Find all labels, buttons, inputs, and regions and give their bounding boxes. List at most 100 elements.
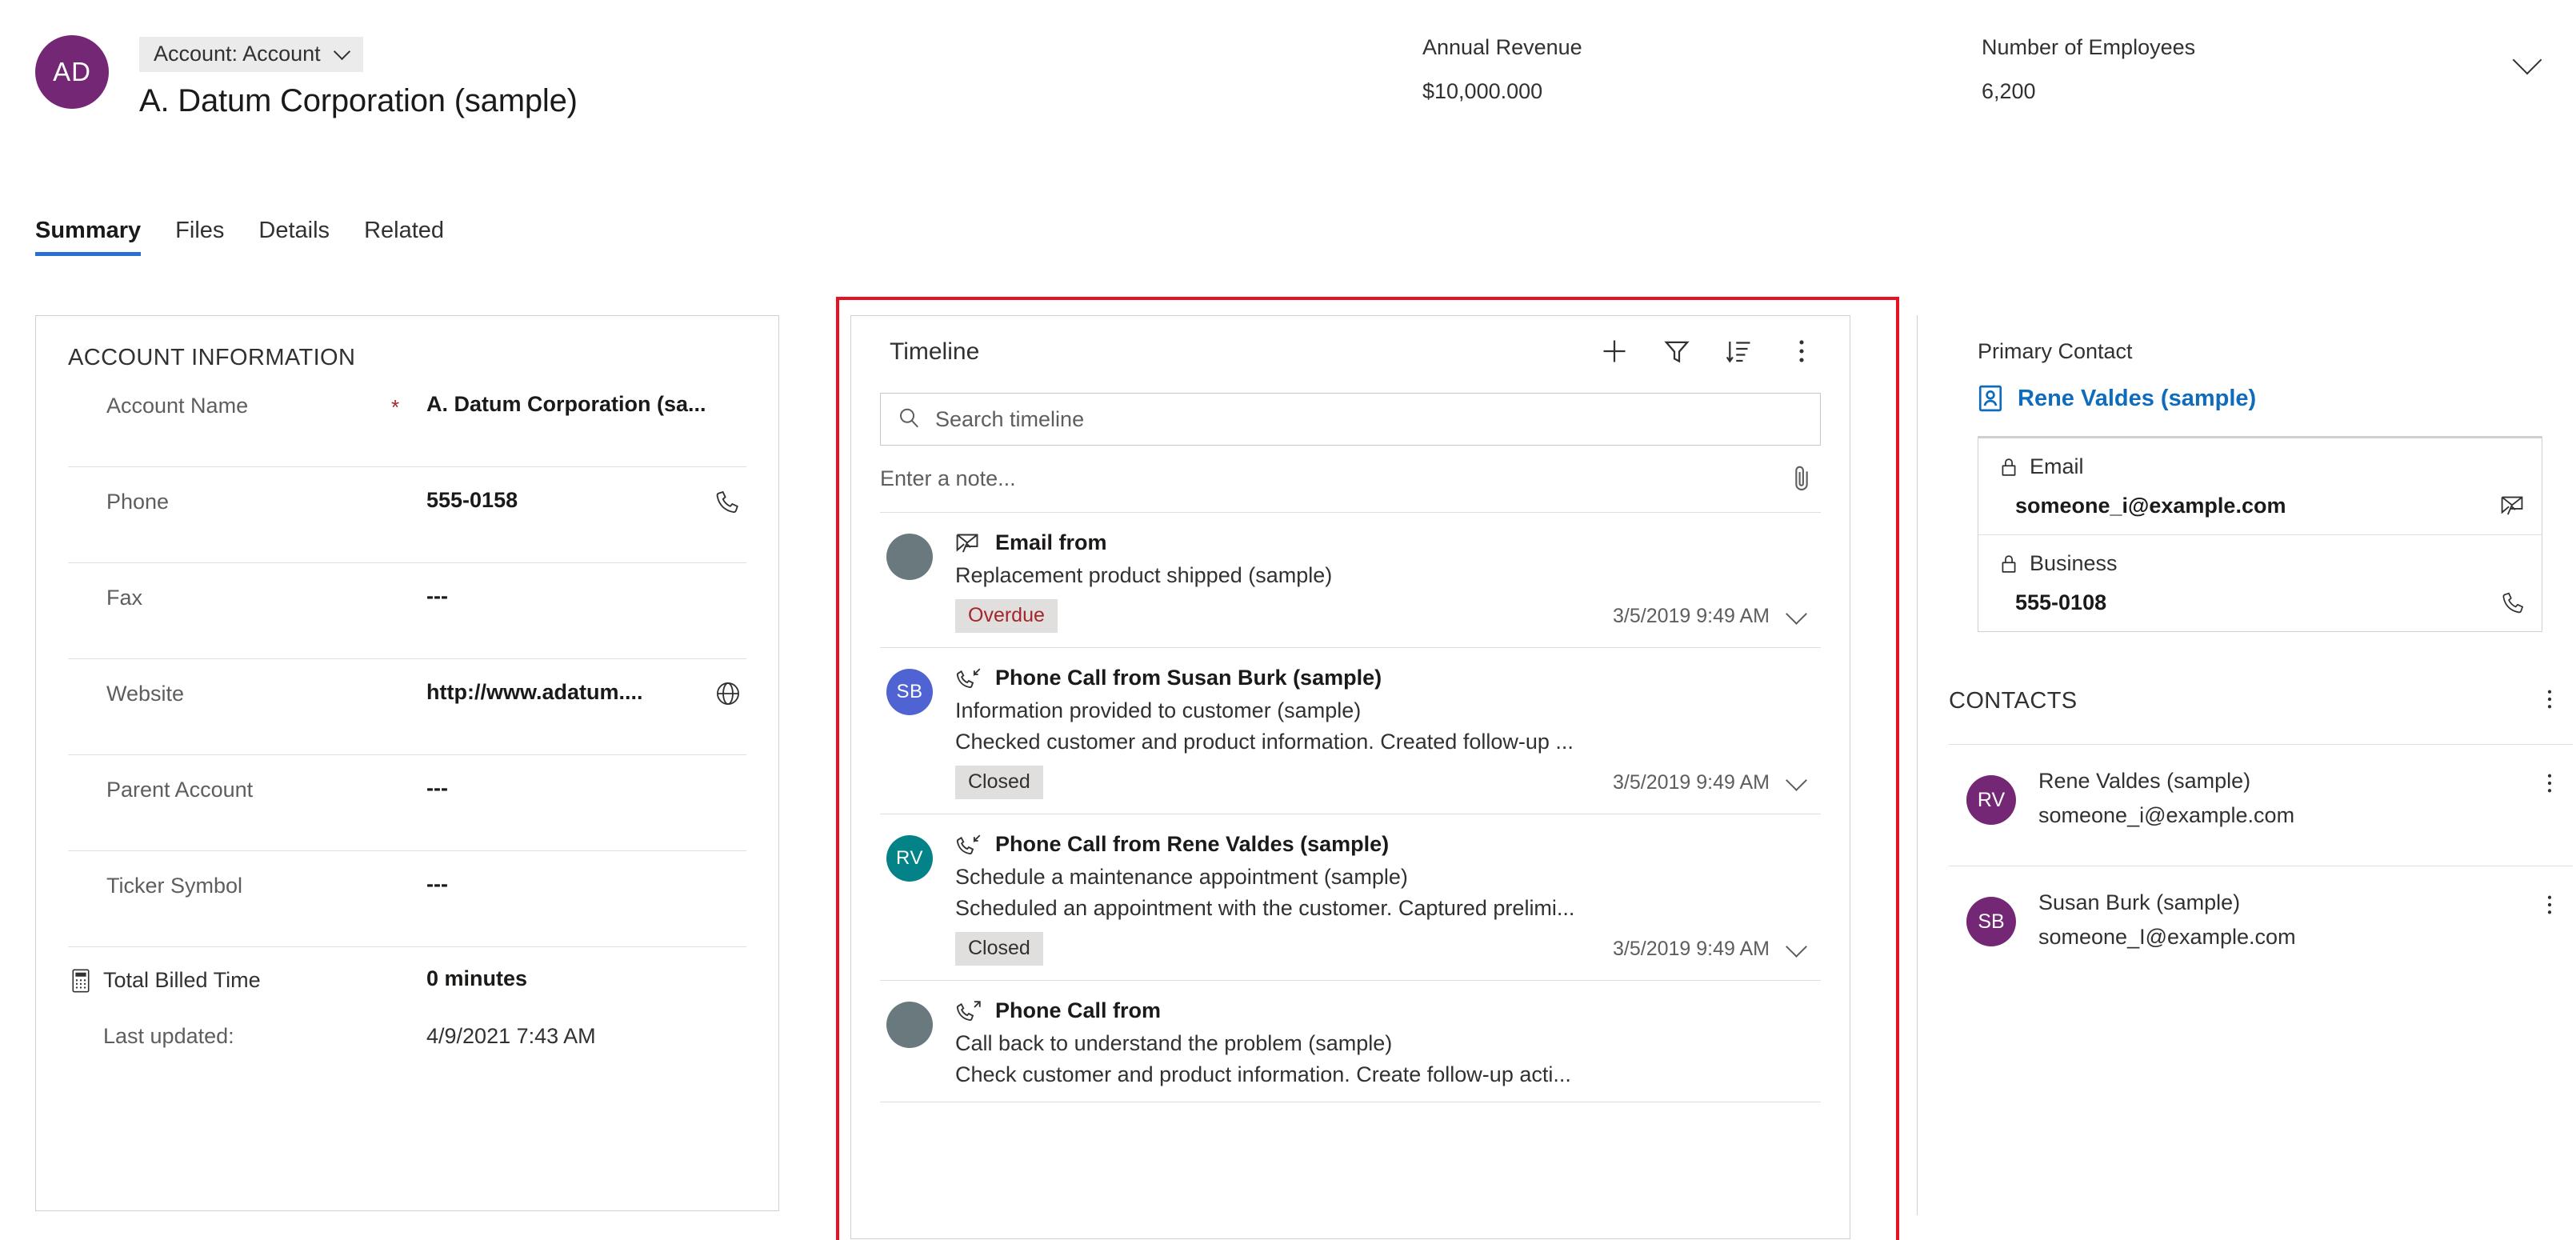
email-icon[interactable] (2500, 493, 2527, 518)
timeline-item-footer: Overdue 3/5/2019 9:49 AM (955, 599, 1813, 633)
phone-icon[interactable] (2500, 590, 2527, 615)
timeline-item-heading: Phone Call from Susan Burk (sample) (955, 666, 1813, 690)
row-label-group: Business (1999, 551, 2521, 576)
field-account-name[interactable]: Account Name * A. Datum Corporation (sa.… (68, 371, 746, 467)
more-options-icon[interactable] (1787, 337, 1816, 366)
contacts-section: CONTACTS RV Rene Valdes (sample) someone… (1949, 688, 2573, 987)
timeline-item-body: Phone Call from Susan Burk (sample) Info… (955, 666, 1821, 799)
avatar: SB (1966, 897, 2016, 946)
timeline-item-heading: Phone Call from Rene Valdes (sample) (955, 832, 1813, 857)
form-tabs: Summary Files Details Related (35, 218, 444, 256)
more-options-icon[interactable] (2538, 769, 2562, 798)
status-badge: Overdue (955, 599, 1058, 633)
contact-list-item[interactable]: SB Susan Burk (sample) someone_I@example… (1949, 866, 2573, 987)
field-value: --- (426, 872, 448, 896)
timeline-card: Timeline Search timeline Enter a note...… (850, 315, 1850, 1239)
avatar: RV (1966, 775, 2016, 825)
timeline-item-date-group: 3/5/2019 9:49 AM (1613, 938, 1813, 961)
chevron-down-icon[interactable] (1787, 772, 1808, 793)
timeline-item-description: Scheduled an appointment with the custom… (955, 896, 1575, 920)
tab-files[interactable]: Files (175, 218, 224, 256)
add-icon[interactable] (1600, 337, 1629, 366)
paperclip-icon[interactable] (1789, 463, 1814, 494)
timeline-item-body: Email from Replacement product shipped (… (955, 530, 1821, 633)
contact-email: someone_I@example.com (2038, 925, 2296, 949)
field-ticker-symbol[interactable]: Ticker Symbol --- (68, 851, 746, 947)
field-label: Website (106, 682, 185, 706)
field-website[interactable]: Website http://www.adatum.... (68, 659, 746, 755)
chevron-down-icon (335, 45, 349, 58)
tab-related[interactable]: Related (364, 218, 444, 256)
timeline-item-date-group: 3/5/2019 9:49 AM (1613, 605, 1813, 628)
chevron-down-icon[interactable] (1787, 606, 1808, 626)
avatar: RV (886, 835, 933, 882)
contact-name: Rene Valdes (sample) (2038, 769, 2251, 793)
timeline-note-composer[interactable]: Enter a note... (880, 446, 1821, 513)
stat-value: $10,000.000 (1422, 79, 1543, 103)
lock-icon (1999, 553, 2018, 575)
field-value: --- (426, 776, 448, 800)
entity-type-label: Account: Account (154, 42, 321, 66)
field-label: Fax (106, 586, 143, 610)
timeline-item[interactable]: Email from Replacement product shipped (… (880, 513, 1821, 648)
row-value: 555-0108 (2015, 590, 2107, 614)
contact-name: Susan Burk (sample) (2038, 890, 2241, 914)
timeline-item[interactable]: SB Phone Call from Susan Burk (sample) I… (880, 648, 1821, 814)
more-options-icon[interactable] (2538, 890, 2562, 919)
field-label: Parent Account (106, 778, 254, 802)
timeline-item-footer: Closed 3/5/2019 9:49 AM (955, 766, 1813, 799)
primary-contact-details: Email someone_i@example.com Business 555… (1978, 438, 2542, 632)
timeline-item-title: Phone Call from (995, 998, 1162, 1022)
timeline-item-date: 3/5/2019 9:49 AM (1613, 604, 1770, 627)
filter-icon[interactable] (1662, 337, 1691, 366)
primary-contact-card: Primary Contact Rene Valdes (sample) Ema… (1949, 315, 2571, 632)
header-expand-chevron-down-icon[interactable] (2510, 45, 2544, 78)
primary-contact-email-row[interactable]: Email someone_i@example.com (1978, 438, 2542, 534)
timeline-item-date-group: 3/5/2019 9:49 AM (1613, 771, 1813, 794)
field-value: A. Datum Corporation (sa... (426, 392, 706, 416)
timeline-item[interactable]: RV Phone Call from Rene Valdes (sample) … (880, 814, 1821, 981)
note-placeholder: Enter a note... (880, 466, 1016, 490)
avatar: SB (886, 669, 933, 715)
globe-icon[interactable] (714, 680, 742, 707)
status-badge: Closed (955, 766, 1043, 799)
required-marker: * (391, 395, 400, 419)
tab-details[interactable]: Details (258, 218, 330, 256)
field-phone[interactable]: Phone 555-0158 (68, 467, 746, 563)
timeline-item-date: 3/5/2019 9:49 AM (1613, 770, 1770, 794)
timeline-item-heading: Phone Call from (955, 998, 1813, 1023)
field-parent-account[interactable]: Parent Account --- (68, 755, 746, 851)
timeline-item-title: Phone Call from Rene Valdes (sample) (995, 832, 1390, 856)
entity-type-selector[interactable]: Account: Account (139, 37, 363, 72)
tab-summary[interactable]: Summary (35, 218, 142, 256)
contacts-header: CONTACTS (1949, 688, 2573, 744)
email-icon (955, 531, 982, 555)
contact-text: Rene Valdes (sample) someone_i@example.c… (2038, 769, 2573, 828)
contact-card-icon (1978, 385, 2003, 412)
primary-contact-link[interactable]: Rene Valdes (sample) (1978, 385, 2542, 412)
sort-icon[interactable] (1725, 337, 1754, 366)
header-stat-number-of-employees: Number of Employees 6,200 (1982, 35, 2195, 104)
last-updated-value: 4/9/2021 7:43 AM (426, 1024, 596, 1048)
timeline-item-title: Email from (995, 530, 1107, 554)
field-label: Ticker Symbol (106, 874, 243, 898)
contact-email: someone_i@example.com (2038, 803, 2295, 827)
panel-divider (1917, 315, 1918, 1215)
timeline-item[interactable]: Phone Call from Call back to understand … (880, 981, 1821, 1102)
calculator-icon (70, 968, 92, 994)
field-label: Account Name (106, 394, 249, 418)
search-input[interactable] (935, 406, 1766, 432)
chevron-down-icon[interactable] (1787, 938, 1808, 959)
primary-contact-name: Rene Valdes (sample) (2018, 385, 2257, 411)
record-identity: AD Account: Account A. Datum Corporation… (35, 35, 578, 119)
contact-list-item[interactable]: RV Rene Valdes (sample) someone_i@exampl… (1949, 744, 2573, 866)
phone-icon[interactable] (714, 488, 742, 515)
timeline-search[interactable] (880, 393, 1821, 446)
field-fax[interactable]: Fax --- (68, 563, 746, 659)
timeline-item-title: Phone Call from Susan Burk (sample) (995, 666, 1382, 690)
primary-contact-business-row[interactable]: Business 555-0108 (1978, 534, 2542, 631)
more-options-icon[interactable] (2538, 685, 2562, 714)
phone-incoming-icon (955, 833, 982, 857)
field-value: http://www.adatum.... (426, 680, 643, 704)
timeline-header: Timeline (880, 316, 1821, 393)
